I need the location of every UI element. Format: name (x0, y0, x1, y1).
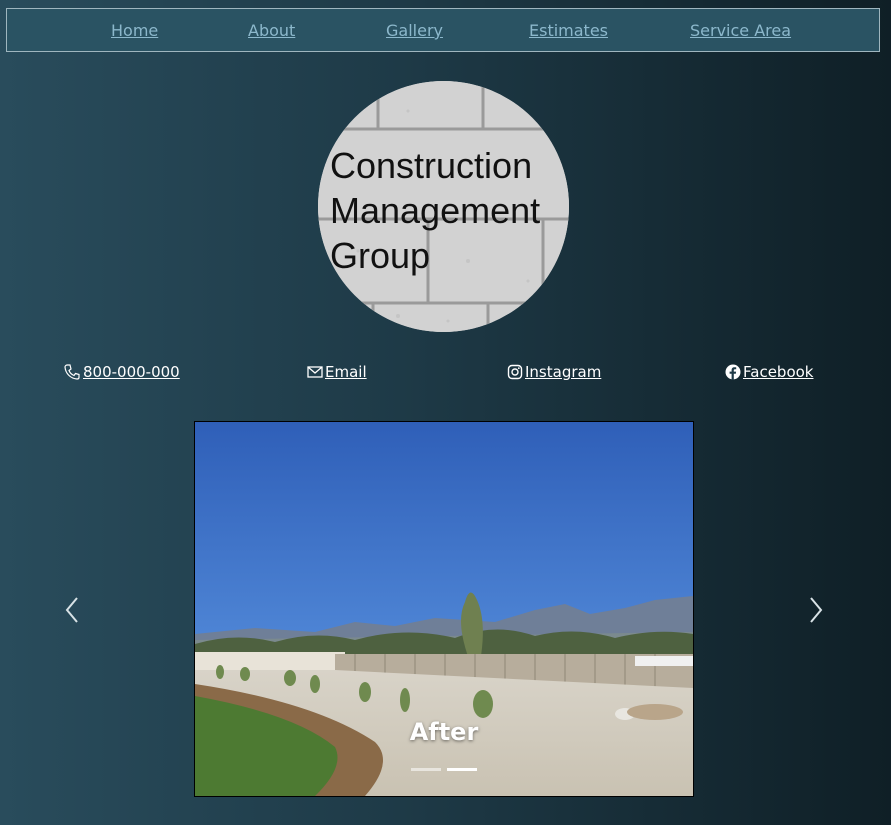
top-nav: Home About Gallery Estimates Service Are… (6, 8, 880, 52)
chevron-right-icon (810, 597, 823, 623)
phone-number: 800-000-000 (83, 363, 180, 381)
facebook-icon (725, 364, 741, 380)
instagram-icon (507, 364, 523, 380)
logo-line-1: Construction (330, 145, 533, 186)
nav-gallery-link[interactable]: Gallery (386, 21, 443, 40)
carousel-indicator-1[interactable] (411, 768, 441, 771)
carousel-indicator-2[interactable] (447, 768, 477, 771)
facebook-link[interactable]: Facebook (725, 363, 813, 381)
carousel-prev-button[interactable] (57, 593, 87, 627)
logo-line-2: Management (330, 190, 541, 231)
nav-estimates-link[interactable]: Estimates (529, 21, 608, 40)
logo-line-3: Group (330, 235, 431, 276)
phone-icon (64, 364, 80, 380)
chevron-left-icon (65, 597, 78, 623)
phone-link[interactable]: 800-000-000 (63, 363, 180, 381)
nav-service-area-link[interactable]: Service Area (690, 21, 791, 40)
logo-wordmark: Construction Management Group (330, 143, 540, 278)
envelope-icon (307, 366, 323, 378)
nav-about-link[interactable]: About (248, 21, 295, 40)
slide-caption: After (409, 718, 479, 746)
email-label: Email (325, 363, 367, 381)
email-link[interactable]: Email (307, 363, 367, 381)
instagram-label: Instagram (525, 363, 602, 381)
nav-home-link[interactable]: Home (111, 21, 158, 40)
company-logo: Construction Management Group (318, 81, 569, 332)
carousel-next-button[interactable] (801, 593, 831, 627)
image-carousel[interactable]: After (194, 421, 694, 797)
facebook-label: Facebook (743, 363, 814, 381)
instagram-link[interactable]: Instagram (507, 363, 601, 381)
